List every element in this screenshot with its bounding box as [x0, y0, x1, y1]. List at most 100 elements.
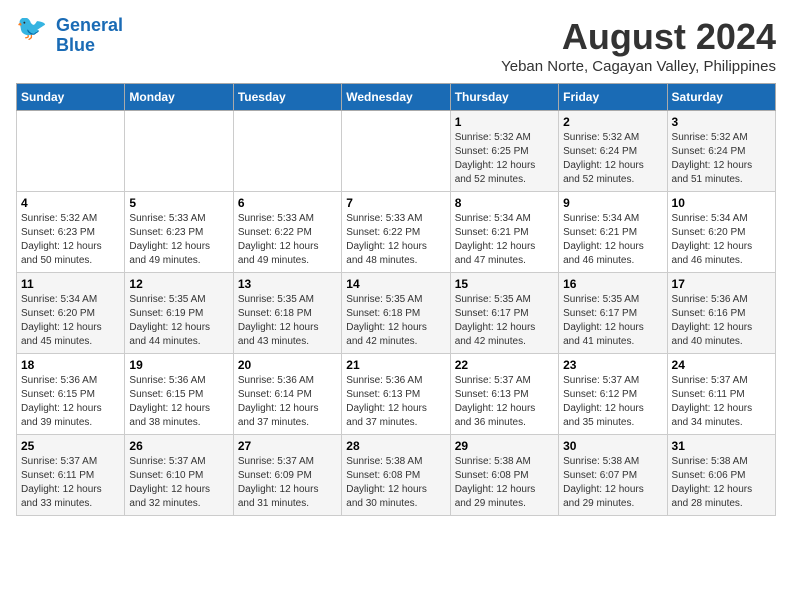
logo-icon: 🐦	[16, 18, 52, 54]
day-cell: 13 Sunrise: 5:35 AMSunset: 6:18 PMDayligh…	[233, 273, 341, 354]
day-cell: 12 Sunrise: 5:35 AMSunset: 6:19 PMDayligh…	[125, 273, 233, 354]
day-cell	[125, 111, 233, 192]
calendar-header: SundayMondayTuesdayWednesdayThursdayFrid…	[17, 84, 776, 111]
day-number: 8	[455, 196, 554, 210]
week-row-2: 4 Sunrise: 5:32 AMSunset: 6:23 PMDaylight…	[17, 192, 776, 273]
day-cell: 19 Sunrise: 5:36 AMSunset: 6:15 PMDayligh…	[125, 354, 233, 435]
logo-general: General	[56, 15, 123, 35]
day-cell: 30 Sunrise: 5:38 AMSunset: 6:07 PMDayligh…	[559, 435, 667, 516]
day-number: 9	[563, 196, 662, 210]
week-row-4: 18 Sunrise: 5:36 AMSunset: 6:15 PMDayligh…	[17, 354, 776, 435]
day-number: 29	[455, 439, 554, 453]
day-number: 4	[21, 196, 120, 210]
location: Yeban Norte, Cagayan Valley, Philippines	[501, 58, 776, 75]
day-number: 24	[672, 358, 771, 372]
day-cell: 6Sunrise: 5:33 AMSunset: 6:22 PMDaylight…	[233, 192, 341, 273]
day-info: Sunrise: 5:32 AMSunset: 6:24 PMDaylight:…	[563, 131, 662, 187]
header-row: SundayMondayTuesdayWednesdayThursdayFrid…	[17, 84, 776, 111]
header-cell-tuesday: Tuesday	[233, 84, 341, 111]
day-cell: 14 Sunrise: 5:35 AMSunset: 6:18 PMDayligh…	[342, 273, 450, 354]
day-number: 25	[21, 439, 120, 453]
day-cell: 4 Sunrise: 5:32 AMSunset: 6:23 PMDaylight…	[17, 192, 125, 273]
day-info: Sunrise: 5:37 AMSunset: 6:10 PMDaylight:…	[129, 455, 228, 511]
calendar-body: 1 Sunrise: 5:32 AMSunset: 6:25 PMDaylight…	[17, 111, 776, 516]
day-info: Sunrise: 5:38 AMSunset: 6:07 PMDaylight:…	[563, 455, 662, 511]
week-row-5: 25 Sunrise: 5:37 AMSunset: 6:11 PMDayligh…	[17, 435, 776, 516]
day-cell: 20 Sunrise: 5:36 AMSunset: 6:14 PMDayligh…	[233, 354, 341, 435]
day-number: 16	[563, 277, 662, 291]
day-info: Sunrise: 5:37 AMSunset: 6:09 PMDaylight:…	[238, 455, 337, 511]
day-info: Sunrise: 5:38 AMSunset: 6:06 PMDaylight:…	[672, 455, 771, 511]
day-cell: 11 Sunrise: 5:34 AMSunset: 6:20 PMDayligh…	[17, 273, 125, 354]
day-cell: 21Sunrise: 5:36 AMSunset: 6:13 PMDayligh…	[342, 354, 450, 435]
day-cell	[233, 111, 341, 192]
day-cell: 17 Sunrise: 5:36 AMSunset: 6:16 PMDayligh…	[667, 273, 775, 354]
header-cell-sunday: Sunday	[17, 84, 125, 111]
day-info: Sunrise: 5:36 AMSunset: 6:15 PMDaylight:…	[129, 374, 228, 430]
day-info: Sunrise: 5:35 AMSunset: 6:17 PMDaylight:…	[455, 293, 554, 349]
day-info: Sunrise: 5:35 AMSunset: 6:19 PMDaylight:…	[129, 293, 228, 349]
day-cell	[342, 111, 450, 192]
day-cell: 5Sunrise: 5:33 AMSunset: 6:23 PMDaylight…	[125, 192, 233, 273]
day-number: 20	[238, 358, 337, 372]
day-number: 21	[346, 358, 445, 372]
day-cell: 10Sunrise: 5:34 AMSunset: 6:20 PMDayligh…	[667, 192, 775, 273]
day-info: Sunrise: 5:35 AMSunset: 6:17 PMDaylight:…	[563, 293, 662, 349]
day-number: 30	[563, 439, 662, 453]
day-number: 23	[563, 358, 662, 372]
header-cell-wednesday: Wednesday	[342, 84, 450, 111]
day-info: Sunrise: 5:32 AMSunset: 6:25 PMDaylight:…	[455, 131, 554, 187]
day-number: 22	[455, 358, 554, 372]
day-info: Sunrise: 5:35 AMSunset: 6:18 PMDaylight:…	[238, 293, 337, 349]
month-year: August 2024	[501, 16, 776, 58]
header-cell-monday: Monday	[125, 84, 233, 111]
header-cell-saturday: Saturday	[667, 84, 775, 111]
day-cell: 22Sunrise: 5:37 AMSunset: 6:13 PMDayligh…	[450, 354, 558, 435]
logo: 🐦 General Blue	[16, 16, 123, 56]
day-number: 2	[563, 115, 662, 129]
week-row-1: 1 Sunrise: 5:32 AMSunset: 6:25 PMDaylight…	[17, 111, 776, 192]
day-number: 14	[346, 277, 445, 291]
day-cell	[17, 111, 125, 192]
day-number: 1	[455, 115, 554, 129]
day-number: 11	[21, 277, 120, 291]
day-number: 12	[129, 277, 228, 291]
day-info: Sunrise: 5:38 AMSunset: 6:08 PMDaylight:…	[346, 455, 445, 511]
day-cell: 28Sunrise: 5:38 AMSunset: 6:08 PMDayligh…	[342, 435, 450, 516]
svg-text:🐦: 🐦	[16, 18, 47, 42]
day-cell: 29 Sunrise: 5:38 AMSunset: 6:08 PMDayligh…	[450, 435, 558, 516]
logo-text: General Blue	[56, 16, 123, 56]
day-info: Sunrise: 5:36 AMSunset: 6:16 PMDaylight:…	[672, 293, 771, 349]
day-cell: 26 Sunrise: 5:37 AMSunset: 6:10 PMDayligh…	[125, 435, 233, 516]
day-info: Sunrise: 5:32 AMSunset: 6:24 PMDaylight:…	[672, 131, 771, 187]
day-number: 7	[346, 196, 445, 210]
day-number: 31	[672, 439, 771, 453]
day-info: Sunrise: 5:37 AMSunset: 6:11 PMDaylight:…	[21, 455, 120, 511]
day-number: 17	[672, 277, 771, 291]
day-info: Sunrise: 5:36 AMSunset: 6:14 PMDaylight:…	[238, 374, 337, 430]
day-number: 10	[672, 196, 771, 210]
day-info: Sunrise: 5:37 AMSunset: 6:11 PMDaylight:…	[672, 374, 771, 430]
day-number: 26	[129, 439, 228, 453]
day-number: 18	[21, 358, 120, 372]
day-info: Sunrise: 5:38 AMSunset: 6:08 PMDaylight:…	[455, 455, 554, 511]
day-number: 13	[238, 277, 337, 291]
day-cell: 24 Sunrise: 5:37 AMSunset: 6:11 PMDayligh…	[667, 354, 775, 435]
day-info: Sunrise: 5:35 AMSunset: 6:18 PMDaylight:…	[346, 293, 445, 349]
day-info: Sunrise: 5:33 AMSunset: 6:22 PMDaylight:…	[238, 212, 337, 268]
day-info: Sunrise: 5:34 AMSunset: 6:20 PMDaylight:…	[21, 293, 120, 349]
day-number: 27	[238, 439, 337, 453]
title-block: August 2024 Yeban Norte, Cagayan Valley,…	[501, 16, 776, 75]
day-number: 15	[455, 277, 554, 291]
day-cell: 15 Sunrise: 5:35 AMSunset: 6:17 PMDayligh…	[450, 273, 558, 354]
day-cell: 23Sunrise: 5:37 AMSunset: 6:12 PMDayligh…	[559, 354, 667, 435]
day-cell: 7Sunrise: 5:33 AMSunset: 6:22 PMDaylight…	[342, 192, 450, 273]
day-number: 5	[129, 196, 228, 210]
day-info: Sunrise: 5:32 AMSunset: 6:23 PMDaylight:…	[21, 212, 120, 268]
day-number: 19	[129, 358, 228, 372]
day-cell: 18Sunrise: 5:36 AMSunset: 6:15 PMDayligh…	[17, 354, 125, 435]
day-cell: 25 Sunrise: 5:37 AMSunset: 6:11 PMDayligh…	[17, 435, 125, 516]
day-cell: 1 Sunrise: 5:32 AMSunset: 6:25 PMDaylight…	[450, 111, 558, 192]
day-cell: 16 Sunrise: 5:35 AMSunset: 6:17 PMDayligh…	[559, 273, 667, 354]
header-cell-friday: Friday	[559, 84, 667, 111]
